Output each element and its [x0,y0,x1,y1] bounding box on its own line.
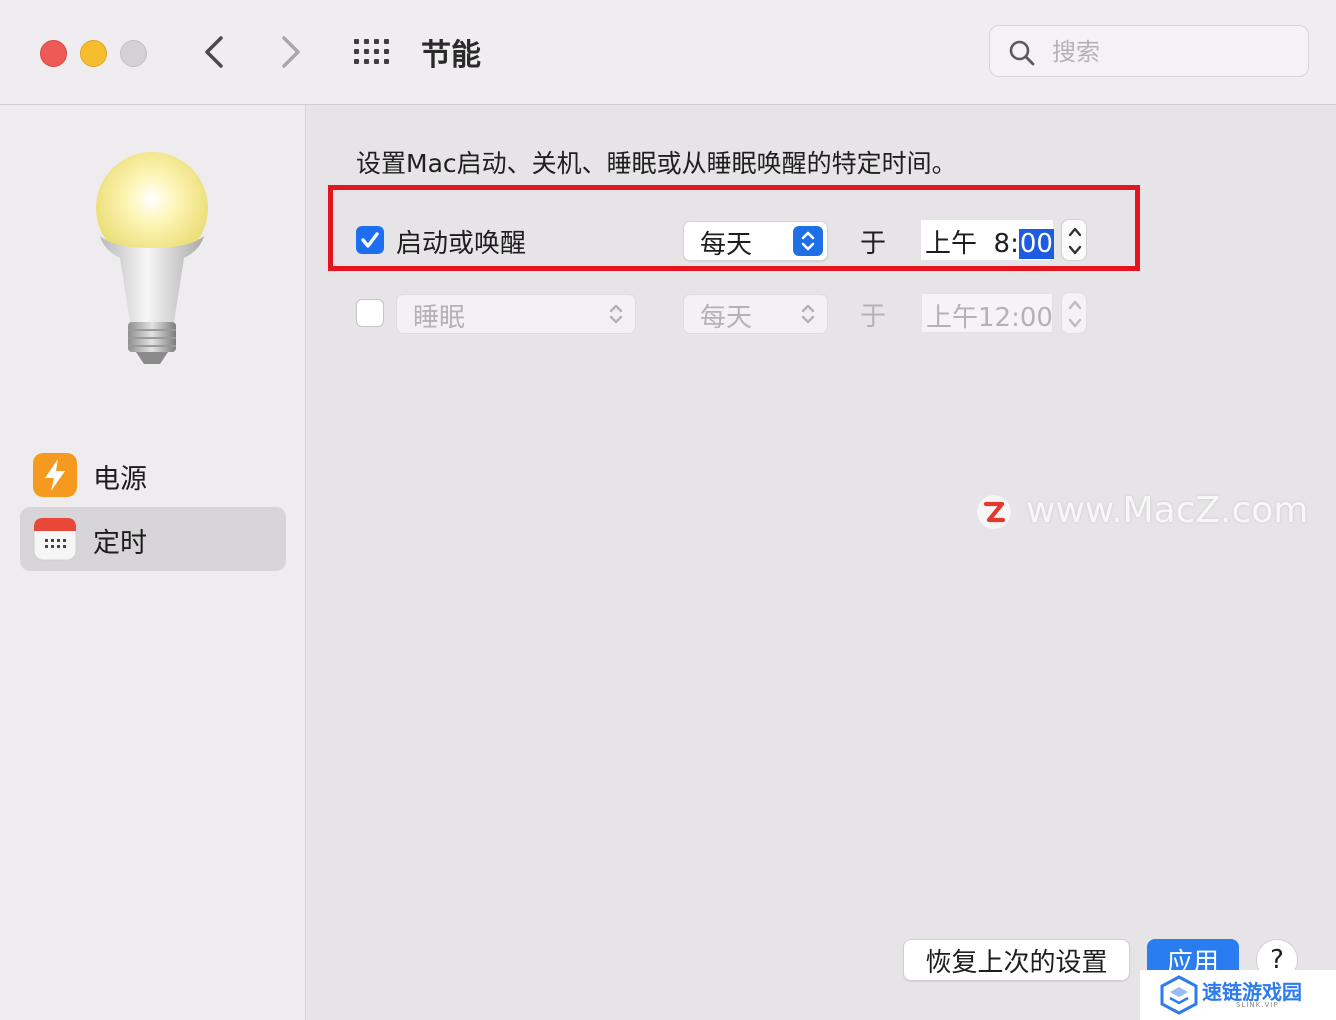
chevron-right-icon [282,36,300,68]
revert-settings-button[interactable]: 恢复上次的设置 [903,939,1130,981]
chevron-left-icon [205,36,223,68]
window-title: 节能 [421,38,481,73]
checkmark-icon [361,232,379,248]
stepper-arrows-icon [1068,300,1082,328]
popup-arrows [793,226,823,256]
back-button[interactable] [195,30,235,74]
popup-arrows [793,299,823,329]
sidebar-item-label: 定时 [93,528,147,559]
up-down-chevron-icon [609,304,623,324]
stepper-arrows-icon [1068,227,1082,255]
power-bolt-icon [33,453,77,497]
badge-subtext: SLINK.VIP [1236,1001,1279,1009]
title-bar: 节能 [0,0,1336,105]
time-value: 上午12:00 [926,303,1053,333]
time-prefix: 上午 8: [925,229,1019,259]
selected-minutes[interactable]: 00 [1018,229,1054,259]
up-down-chevron-icon [801,231,815,251]
up-down-chevron-icon [801,304,815,324]
minimize-window-button[interactable] [80,40,107,67]
at-label: 于 [860,229,887,259]
start-time-stepper[interactable] [1061,219,1087,261]
sleep-frequency-popup[interactable]: 每天 [683,294,828,334]
sidebar-item-power[interactable]: 电源 [20,443,286,507]
sleep-checkbox[interactable] [356,299,384,327]
sidebar-item-label: 电源 [93,464,147,495]
start-wake-checkbox[interactable] [356,226,384,254]
calendar-icon [33,517,77,561]
sidebar: 电源 定时 [0,105,306,1020]
sleep-time-field[interactable]: 上午12:00 [921,293,1053,333]
grid-icon [354,39,389,64]
start-wake-label: 启动或唤醒 [396,229,527,259]
watermark-text: www.MacZ.com [1026,490,1309,531]
at-label: 于 [860,302,887,332]
popup-arrows [601,299,631,329]
search-input[interactable] [1050,34,1294,70]
time-value: 上午 8:00 [925,223,1054,260]
show-all-grid-button[interactable] [353,38,391,66]
close-window-button[interactable] [40,40,67,67]
schedule-description: 设置Mac启动、关机、睡眠或从睡眠唤醒的特定时间。 [356,149,957,178]
popup-value: 每天 [700,303,753,333]
search-box[interactable] [989,25,1309,77]
light-bulb-icon [96,152,208,364]
sleep-action-popup[interactable]: 睡眠 [396,294,636,334]
zoom-window-button[interactable] [120,40,147,67]
sidebar-item-schedule[interactable]: 定时 [20,507,286,571]
start-time-field[interactable]: 上午 8:00 [921,220,1054,260]
sleep-time-stepper[interactable] [1061,292,1087,334]
search-icon [1009,40,1035,66]
forward-button[interactable] [270,30,310,74]
popup-value: 每天 [700,230,753,260]
macz-logo-icon [977,495,1011,529]
corner-watermark-badge: 速链游戏园 SLINK.VIP [1140,970,1336,1020]
cube-logo-icon [1160,975,1198,1015]
start-frequency-popup[interactable]: 每天 [683,221,828,261]
popup-value: 睡眠 [413,303,466,333]
